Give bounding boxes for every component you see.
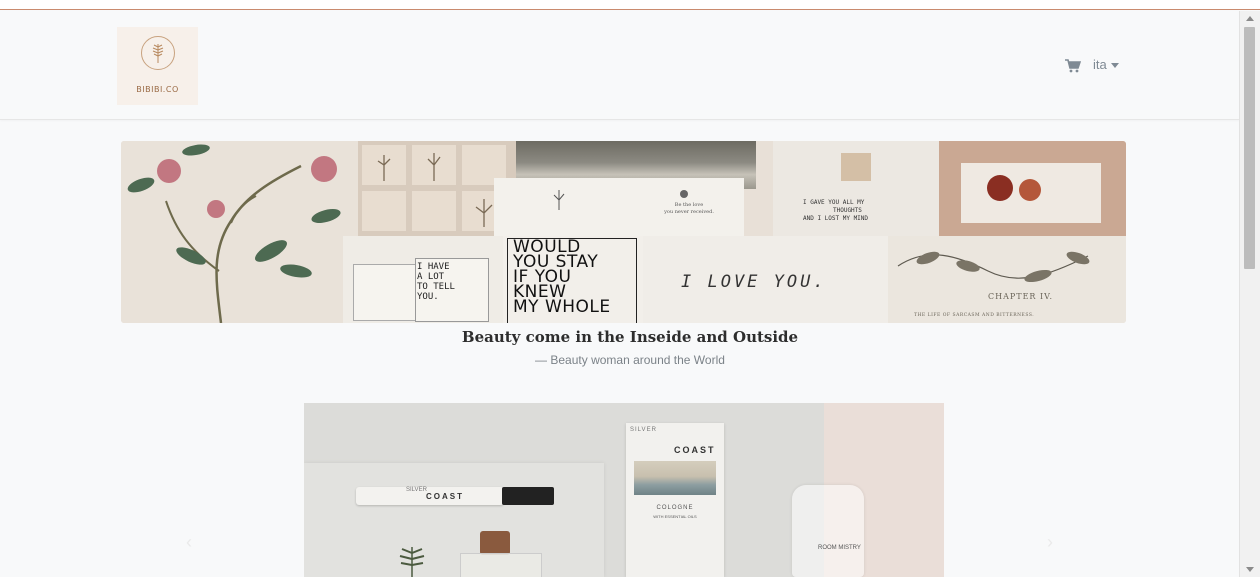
fruit-photo xyxy=(939,141,1126,236)
plant-sprig xyxy=(399,547,425,577)
i-have-line1: I HAVE xyxy=(417,262,450,272)
i-love-you-text: I LOVE YOU. xyxy=(681,272,827,292)
rollon-cap xyxy=(502,487,554,505)
notebook-note: I HAVE A LOT TO TELL YOU. xyxy=(343,236,503,323)
logo-emblem xyxy=(141,36,175,70)
perfume-cap xyxy=(480,531,510,555)
logo-text: BIBIBI.CO xyxy=(136,85,179,94)
gave-you-line1: I GAVE YOU ALL MY xyxy=(803,199,865,206)
mist-bottle: ROOM MISTRY xyxy=(792,485,864,577)
stone-slab xyxy=(304,463,604,577)
cart-icon[interactable] xyxy=(1065,59,1081,73)
chapter-title: CHAPTER IV. xyxy=(988,292,1054,301)
gave-you-line3: AND I LOST MY MIND xyxy=(803,215,869,222)
navbar: BIBIBI.CO ita xyxy=(0,11,1240,120)
rollon-brand: SILVER xyxy=(406,487,427,493)
scrollbar[interactable] xyxy=(1239,11,1260,577)
chapter-subtitle: THE LIFE OF SARCASM AND BITTERNESS. xyxy=(914,313,1035,318)
box-label: COAST xyxy=(674,445,716,455)
mist-label: ROOM MISTRY xyxy=(818,545,861,551)
wheat-icon xyxy=(152,44,164,63)
cologne-box: SILVER COAST COLOGNE WITH ESSENTIAL OILS xyxy=(626,423,724,577)
scroll-thumb[interactable] xyxy=(1244,27,1255,269)
i-have-line3: TO TELL xyxy=(417,282,455,292)
carousel-prev-icon[interactable]: ‹ xyxy=(186,532,202,552)
quote-card: Be the love you never received. xyxy=(494,178,744,236)
flower-illustration xyxy=(121,141,359,323)
box-image xyxy=(634,461,716,495)
quote-author: — Beauty woman around the World xyxy=(535,353,725,367)
brand-logo[interactable]: BIBIBI.CO xyxy=(117,27,198,105)
herbarium-cards xyxy=(358,141,516,236)
rollon-label: COAST xyxy=(426,492,464,501)
i-have-line2: A LOT xyxy=(417,272,445,282)
box-sub2: WITH ESSENTIAL OILS xyxy=(653,514,697,519)
quote-text: Beauty come in the Inseide and Outside xyxy=(461,328,799,346)
box-brand: SILVER xyxy=(630,427,657,433)
rollon-bottle: SILVER COAST xyxy=(356,487,504,505)
gave-you-note: I GAVE YOU ALL MY THOUGHTS AND I LOST MY… xyxy=(773,141,939,236)
would-line5: MY WHOLE xyxy=(513,297,611,317)
chapter-card: CHAPTER IV. THE LIFE OF SARCASM AND BITT… xyxy=(888,236,1126,323)
scroll-down-icon[interactable] xyxy=(1246,567,1254,572)
language-dropdown[interactable]: ita xyxy=(1093,57,1119,72)
would-you-stay-note: WOULD YOU STAY IF YOU KNEW MY WHOLE xyxy=(503,236,643,323)
top-accent-line xyxy=(0,0,1260,10)
banner-collage: Be the love you never received. I GAVE Y… xyxy=(121,141,1126,323)
scroll-up-icon[interactable] xyxy=(1246,16,1254,21)
chevron-down-icon xyxy=(1110,63,1119,69)
gave-you-line2: THOUGHTS xyxy=(833,207,862,214)
perfume-bottle xyxy=(460,553,542,577)
be-the-love-line1: Be the love xyxy=(674,202,704,208)
language-label: ita xyxy=(1093,57,1107,72)
carousel-next-icon[interactable]: › xyxy=(1047,532,1063,552)
be-the-love-line2: you never received. xyxy=(664,209,714,215)
box-sub: COLOGNE xyxy=(656,505,694,511)
i-have-line4: YOU. xyxy=(417,292,439,302)
i-love-you-card: I LOVE YOU. xyxy=(643,236,888,323)
product-carousel[interactable]: SILVER COAST SILVER COAST COLOGNE WITH E… xyxy=(304,403,944,577)
